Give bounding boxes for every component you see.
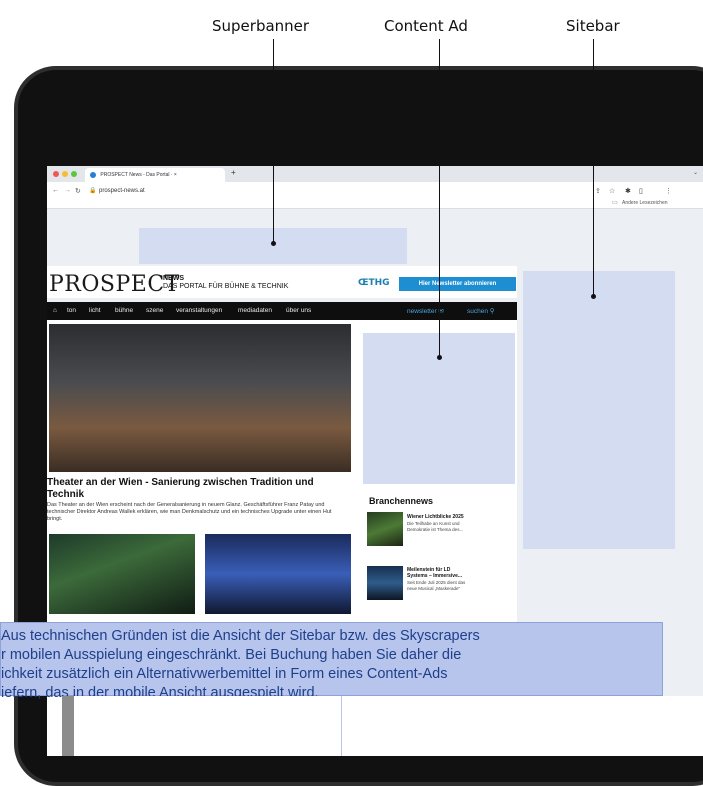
news-thumbnail[interactable] xyxy=(367,566,403,600)
nav-item-licht[interactable]: licht xyxy=(89,307,101,314)
menu-dots-icon[interactable]: ⋮ xyxy=(665,187,672,195)
back-icon[interactable]: ← xyxy=(52,187,59,194)
tab-title: PROSPECT News - Das Portal · × xyxy=(100,172,177,178)
news-headline[interactable]: Meilenstein für LD Systems – Immersive..… xyxy=(407,567,467,579)
newsletter-subscribe-button[interactable]: Hier Newsletter abonnieren xyxy=(399,277,516,291)
nav-item-ton[interactable]: ton xyxy=(67,307,76,314)
logo-news-label: NEWS xyxy=(163,275,184,282)
article-thumbnail[interactable] xyxy=(49,534,195,614)
callout-line-sitebar xyxy=(593,39,594,296)
info-note-box: Aus technischen Gründen ist die Ansicht … xyxy=(0,622,663,701)
callout-line-content-ad xyxy=(439,39,440,357)
browser-tab[interactable]: PROSPECT News - Das Portal · × xyxy=(85,168,225,182)
maximize-window-dot[interactable] xyxy=(71,171,77,177)
note-line: Aus technischen Gründen ist die Ansicht … xyxy=(1,628,480,644)
callout-line-superbanner xyxy=(273,39,274,243)
news-teaser: Die Teilhabe an Kunst und Demokratie ist… xyxy=(407,521,464,532)
nav-item-szene[interactable]: szene xyxy=(146,307,163,314)
note-line: ichkeit zusätzlich ein Alternativwerbemi… xyxy=(1,666,448,682)
forward-icon[interactable]: → xyxy=(64,187,71,194)
news-teaser: Seit Ende Juli 2025 dient das neue Music… xyxy=(407,580,466,591)
news-headline[interactable]: Wiener Lichtblicke 2025 xyxy=(407,514,467,520)
tablet-screen-bottom xyxy=(74,696,703,756)
main-navigation: ⌂ ton licht bühne szene veranstaltungen … xyxy=(47,302,517,320)
callout-content-ad: Content Ad xyxy=(384,17,468,35)
sidepanel-icon[interactable]: ▯ xyxy=(639,187,643,195)
bookmark-star-icon[interactable]: ☆ xyxy=(609,187,615,195)
tab-favicon-icon xyxy=(90,171,96,178)
bookmarks-bar-item[interactable]: Andere Lesezeichen xyxy=(622,200,668,206)
address-bar: ← → ↻ 🔒 prospect-news.at ⇪ ☆ ✱ ▯ ⋮ ▭ And… xyxy=(47,182,703,209)
new-tab-button[interactable]: + xyxy=(231,168,236,177)
home-icon[interactable]: ⌂ xyxy=(53,307,57,314)
partner-logo[interactable]: ŒTHG xyxy=(358,278,390,288)
close-window-dot[interactable] xyxy=(53,171,59,177)
nav-item-buehne[interactable]: bühne xyxy=(115,307,133,314)
nav-item-veranstaltungen[interactable]: veranstaltungen xyxy=(176,307,222,314)
callout-line-content-ad-continued xyxy=(341,696,342,756)
callout-dot-content-ad xyxy=(437,355,442,360)
branchennews-title: Branchennews xyxy=(369,496,434,506)
tablet-lower-frame xyxy=(62,696,74,756)
sitebar-ad-slot xyxy=(523,271,675,549)
nav-search-link[interactable]: suchen ⚲ xyxy=(467,307,495,315)
note-line: r mobilen Ausspielung eingeschränkt. Bei… xyxy=(1,647,462,663)
bookmarks-folder-icon: ▭ xyxy=(612,200,618,206)
callout-sitebar: Sitebar xyxy=(566,17,620,35)
callout-dot-superbanner xyxy=(271,241,276,246)
article-hero-image[interactable] xyxy=(49,324,351,472)
reload-icon[interactable]: ↻ xyxy=(75,187,81,195)
tab-list-chevron-icon[interactable]: ⌄ xyxy=(693,169,698,176)
lock-icon: 🔒 xyxy=(89,188,97,194)
logo-tagline: DAS PORTAL FÜR BÜHNE & TECHNIK xyxy=(163,283,289,290)
minimize-window-dot[interactable] xyxy=(62,171,68,177)
site-logo[interactable]: PROSPECT xyxy=(49,272,180,297)
browser-tab-bar: PROSPECT News - Das Portal · × + ⌄ xyxy=(47,166,703,182)
article-title[interactable]: Theater an der Wien - Sanierung zwischen… xyxy=(47,477,347,501)
url-field[interactable]: prospect-news.at xyxy=(99,188,145,194)
article-teaser: Das Theater an der Wien erscheint nach d… xyxy=(47,502,332,522)
extensions-icon[interactable]: ✱ xyxy=(625,187,631,195)
callout-dot-sitebar xyxy=(591,294,596,299)
nav-item-ueber-uns[interactable]: über uns xyxy=(286,307,311,314)
callout-superbanner: Superbanner xyxy=(212,17,310,35)
article-thumbnail[interactable] xyxy=(205,534,351,614)
nav-item-mediadaten[interactable]: mediadaten xyxy=(238,307,272,314)
share-icon[interactable]: ⇪ xyxy=(595,187,601,195)
news-thumbnail[interactable] xyxy=(367,512,403,546)
